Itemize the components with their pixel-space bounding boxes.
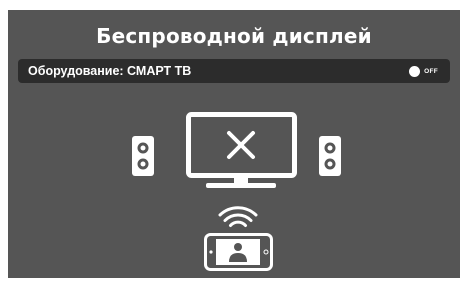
wifi-signal-icon <box>218 206 258 227</box>
smartphone-contact-icon <box>204 233 273 271</box>
tv-disconnected-icon <box>186 112 297 188</box>
left-speaker-icon <box>132 136 154 176</box>
wireless-display-screen: Беспроводной дисплей Оборудование: СМАРТ… <box>8 10 460 278</box>
right-speaker-icon <box>319 136 341 176</box>
connection-diagram <box>132 112 341 271</box>
